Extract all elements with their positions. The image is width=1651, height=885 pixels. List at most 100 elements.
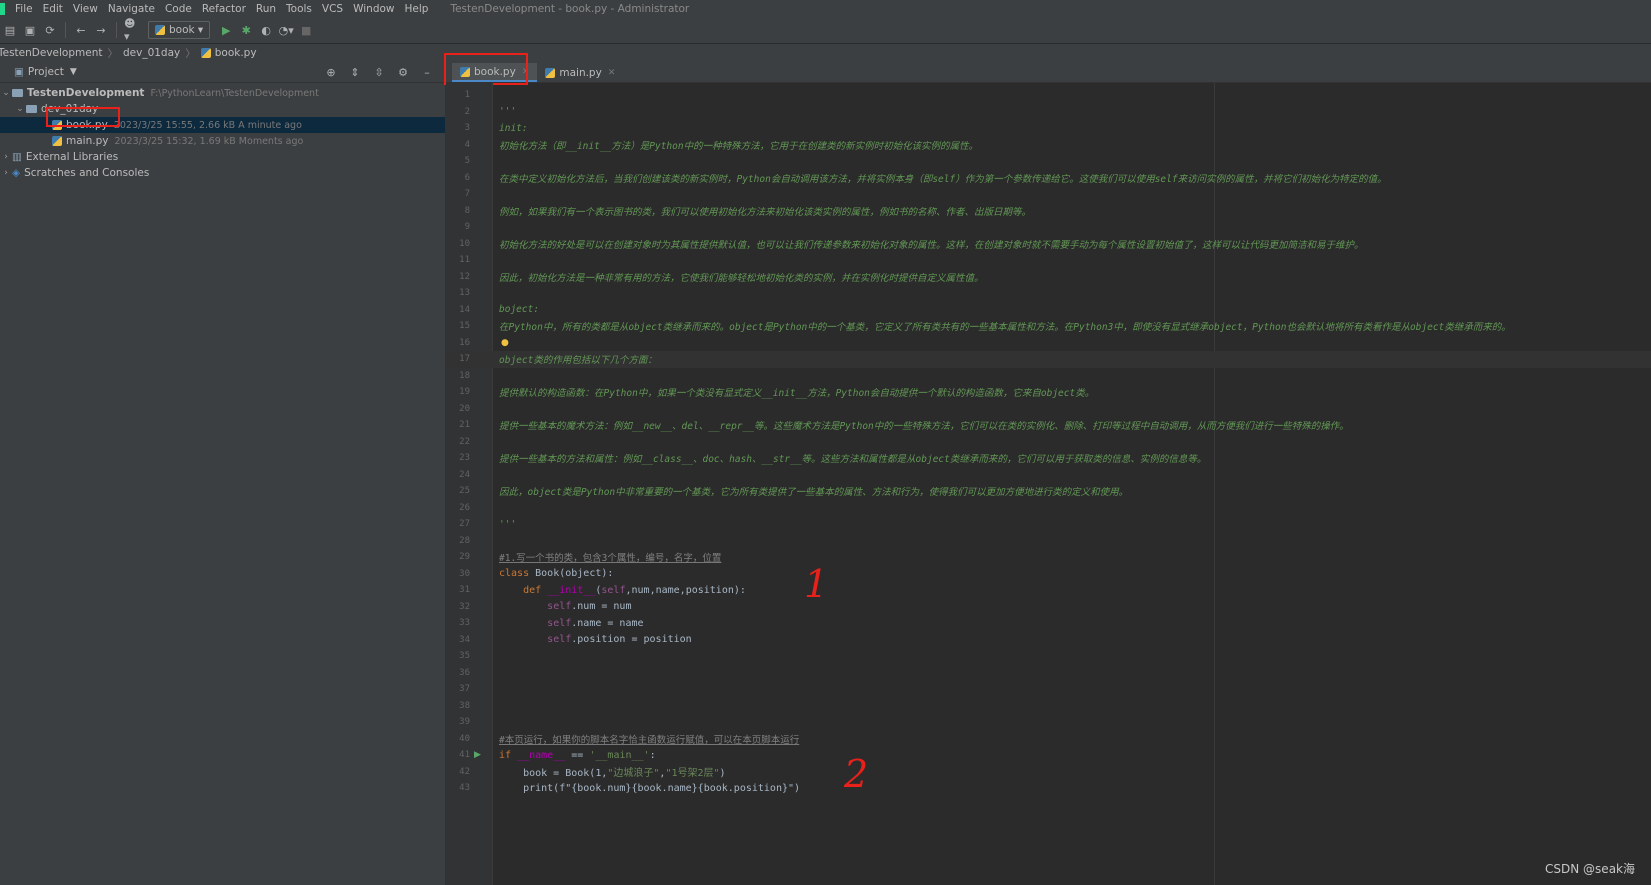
breadcrumb-file[interactable]: book.py (215, 47, 257, 59)
menu-navigate[interactable]: Navigate (108, 3, 155, 15)
line-number: 23 (459, 453, 470, 464)
code-line[interactable]: 30 class Book(object): (446, 566, 1651, 583)
profile-icon[interactable]: ◔▾ (278, 22, 294, 38)
code-line[interactable]: 16 ● (446, 335, 1651, 352)
run-gutter-icon[interactable]: ▶ (474, 750, 481, 760)
code-line[interactable]: 39 (446, 714, 1651, 731)
code-line[interactable]: 36 (446, 665, 1651, 682)
menu-run[interactable]: Run (256, 3, 276, 15)
code-line-text: print(f"{book.num}{book.name}{book.posit… (499, 782, 801, 794)
main-toolbar: ▤ ▣ ⟳ ← → ☻▾ book ▾ ▶ ✱ ◐ ◔▾ ■ (0, 17, 1651, 44)
code-line[interactable]: 22 (446, 434, 1651, 451)
hide-icon[interactable]: – (419, 64, 435, 80)
line-number: 16 (459, 337, 470, 348)
tree-external-libraries[interactable]: › ▥ External Libraries (0, 149, 445, 165)
code-line[interactable]: 35 (446, 648, 1651, 665)
chevron-down-icon[interactable]: ▼ (70, 67, 77, 77)
tree-root[interactable]: ⌄ TestenDevelopment F:\PythonLearn\Teste… (0, 85, 445, 101)
save-icon[interactable]: ▣ (22, 22, 38, 38)
menu-window[interactable]: Window (353, 3, 394, 15)
code-line[interactable]: 9 (446, 219, 1651, 236)
code-line[interactable]: 17 object类的作用包括以下几个方面： (446, 351, 1651, 368)
sync-icon[interactable]: ⟳ (42, 22, 58, 38)
collapse-all-icon[interactable]: ⇳ (371, 64, 387, 80)
chevron-right-icon[interactable]: › (0, 168, 12, 178)
line-number: 29 (459, 552, 470, 563)
forward-icon[interactable]: → (93, 22, 109, 38)
menu-code[interactable]: Code (165, 3, 192, 15)
chevron-right-icon[interactable]: › (0, 152, 12, 162)
lightbulb-icon[interactable]: ● (501, 338, 509, 348)
code-line[interactable]: 26 (446, 500, 1651, 517)
chevron-down-icon[interactable]: ⌄ (14, 104, 26, 114)
run-config-select[interactable]: book ▾ (148, 21, 211, 39)
menu-refactor[interactable]: Refactor (202, 3, 246, 15)
code-line[interactable]: 27 ''' (446, 516, 1651, 533)
coverage-icon[interactable]: ◐ (258, 22, 274, 38)
run-icon[interactable]: ▶ (218, 22, 234, 38)
code-line[interactable]: 40 #本页运行，如果你的脚本名字恰主函数运行赋值，可以在本页脚本运行 (446, 731, 1651, 748)
expand-all-icon[interactable]: ⇕ (347, 64, 363, 80)
code-line[interactable]: 42 book = Book(1,"边城浪子","1号架2层") (446, 764, 1651, 781)
menu-file[interactable]: File (15, 3, 33, 15)
root-name: TestenDevelopment (27, 87, 145, 99)
annotation-1: 1 (804, 562, 829, 606)
code-line[interactable]: 31 def __init__(self,num,name,position): (446, 582, 1651, 599)
code-line[interactable]: 19 提供默认的构造函数：在Python中，如果一个类没有显式定义__init__… (446, 384, 1651, 401)
code-line[interactable]: 8 例如，如果我们有一个表示图书的类，我们可以使用初始化方法来初始化该类实例的属性… (446, 203, 1651, 220)
project-panel-title[interactable]: Project (28, 66, 64, 78)
code-line[interactable]: 32 self.num = num (446, 599, 1651, 616)
code-line[interactable]: 28 (446, 533, 1651, 550)
code-line[interactable]: 13 (446, 285, 1651, 302)
close-icon[interactable]: ✕ (608, 68, 616, 78)
code-line[interactable]: 4 初始化方法（即__init__方法）是Python中的一种特殊方法，它用于在创… (446, 137, 1651, 154)
breadcrumb-project[interactable]: TestenDevelopment (0, 47, 102, 59)
code-line[interactable]: 3 init: (446, 120, 1651, 137)
code-line[interactable]: 12 因此，初始化方法是一种非常有用的方法，它使我们能够轻松地初始化类的实例，并在… (446, 269, 1651, 286)
stop-icon[interactable]: ■ (298, 22, 314, 38)
gear-icon[interactable]: ⚙ (395, 64, 411, 80)
code-line[interactable]: 37 (446, 681, 1651, 698)
line-number: 27 (459, 519, 470, 530)
code-line-text: boject: (499, 304, 540, 316)
code-line[interactable]: 2 ''' (446, 104, 1651, 121)
code-line[interactable]: 20 (446, 401, 1651, 418)
user-icon[interactable]: ☻▾ (124, 17, 140, 43)
menu-vcs[interactable]: VCS (322, 3, 343, 15)
code-line[interactable]: 14 boject: (446, 302, 1651, 319)
code-line[interactable]: 25 因此，object类是Python中非常重要的一个基类，它为所有类提供了一些… (446, 483, 1651, 500)
code-line[interactable]: 1 (446, 87, 1651, 104)
tab-main-py[interactable]: main.py ✕ (537, 63, 623, 82)
chevron-down-icon[interactable]: ⌄ (0, 88, 12, 98)
menu-tools[interactable]: Tools (286, 3, 312, 15)
code-line[interactable]: 34 self.position = position (446, 632, 1651, 649)
code-line[interactable]: 29 #1.写一个书的类，包含3个属性，编号，名字，位置 (446, 549, 1651, 566)
locate-icon[interactable]: ⊕ (323, 64, 339, 80)
code-line[interactable]: 41 if __name__ == '__main__': ▶ (446, 747, 1651, 764)
debug-icon[interactable]: ✱ (238, 22, 254, 38)
code-area[interactable]: 1 2 ''' 3 init: 4 初始化方法（即__init__方法）是Python中的一… (446, 83, 1651, 885)
code-line[interactable]: 24 (446, 467, 1651, 484)
back-icon[interactable]: ← (73, 22, 89, 38)
tree-scratches[interactable]: › ◈ Scratches and Consoles (0, 165, 445, 181)
code-line-text: 提供一些基本的魔术方法：例如__new__、del、__repr__等。这些魔术… (499, 421, 1349, 433)
code-line[interactable]: 18 (446, 368, 1651, 385)
menu-help[interactable]: Help (405, 3, 429, 15)
code-line[interactable]: 21 提供一些基本的魔术方法：例如__new__、del、__repr__等。这些… (446, 417, 1651, 434)
code-line[interactable]: 6 在类中定义初始化方法后，当我们创建该类的新实例时，Python会自动调用该方法… (446, 170, 1651, 187)
menu-edit[interactable]: Edit (43, 3, 63, 15)
code-line[interactable]: 23 提供一些基本的方法和属性：例如__class__、doc、hash、__st… (446, 450, 1651, 467)
tree-file-main[interactable]: main.py 2023/3/25 15:32, 1.69 kB Moments… (0, 133, 445, 149)
breadcrumb-folder[interactable]: dev_01day (123, 47, 180, 59)
open-folder-icon[interactable]: ▤ (2, 22, 18, 38)
menu-view[interactable]: View (73, 3, 98, 15)
code-line[interactable]: 33 self.name = name (446, 615, 1651, 632)
code-line[interactable]: 43 print(f"{book.num}{book.name}{book.po… (446, 780, 1651, 797)
code-line[interactable]: 15 在Python中，所有的类都是从object类继承而来的。object是Py… (446, 318, 1651, 335)
code-line[interactable]: 38 (446, 698, 1651, 715)
line-number: 18 (459, 370, 470, 381)
code-line[interactable]: 10 初始化方法的好处是可以在创建对象时为其属性提供默认值，也可以让我们传递参数来… (446, 236, 1651, 253)
code-line[interactable]: 5 (446, 153, 1651, 170)
code-line[interactable]: 11 (446, 252, 1651, 269)
code-line[interactable]: 7 (446, 186, 1651, 203)
